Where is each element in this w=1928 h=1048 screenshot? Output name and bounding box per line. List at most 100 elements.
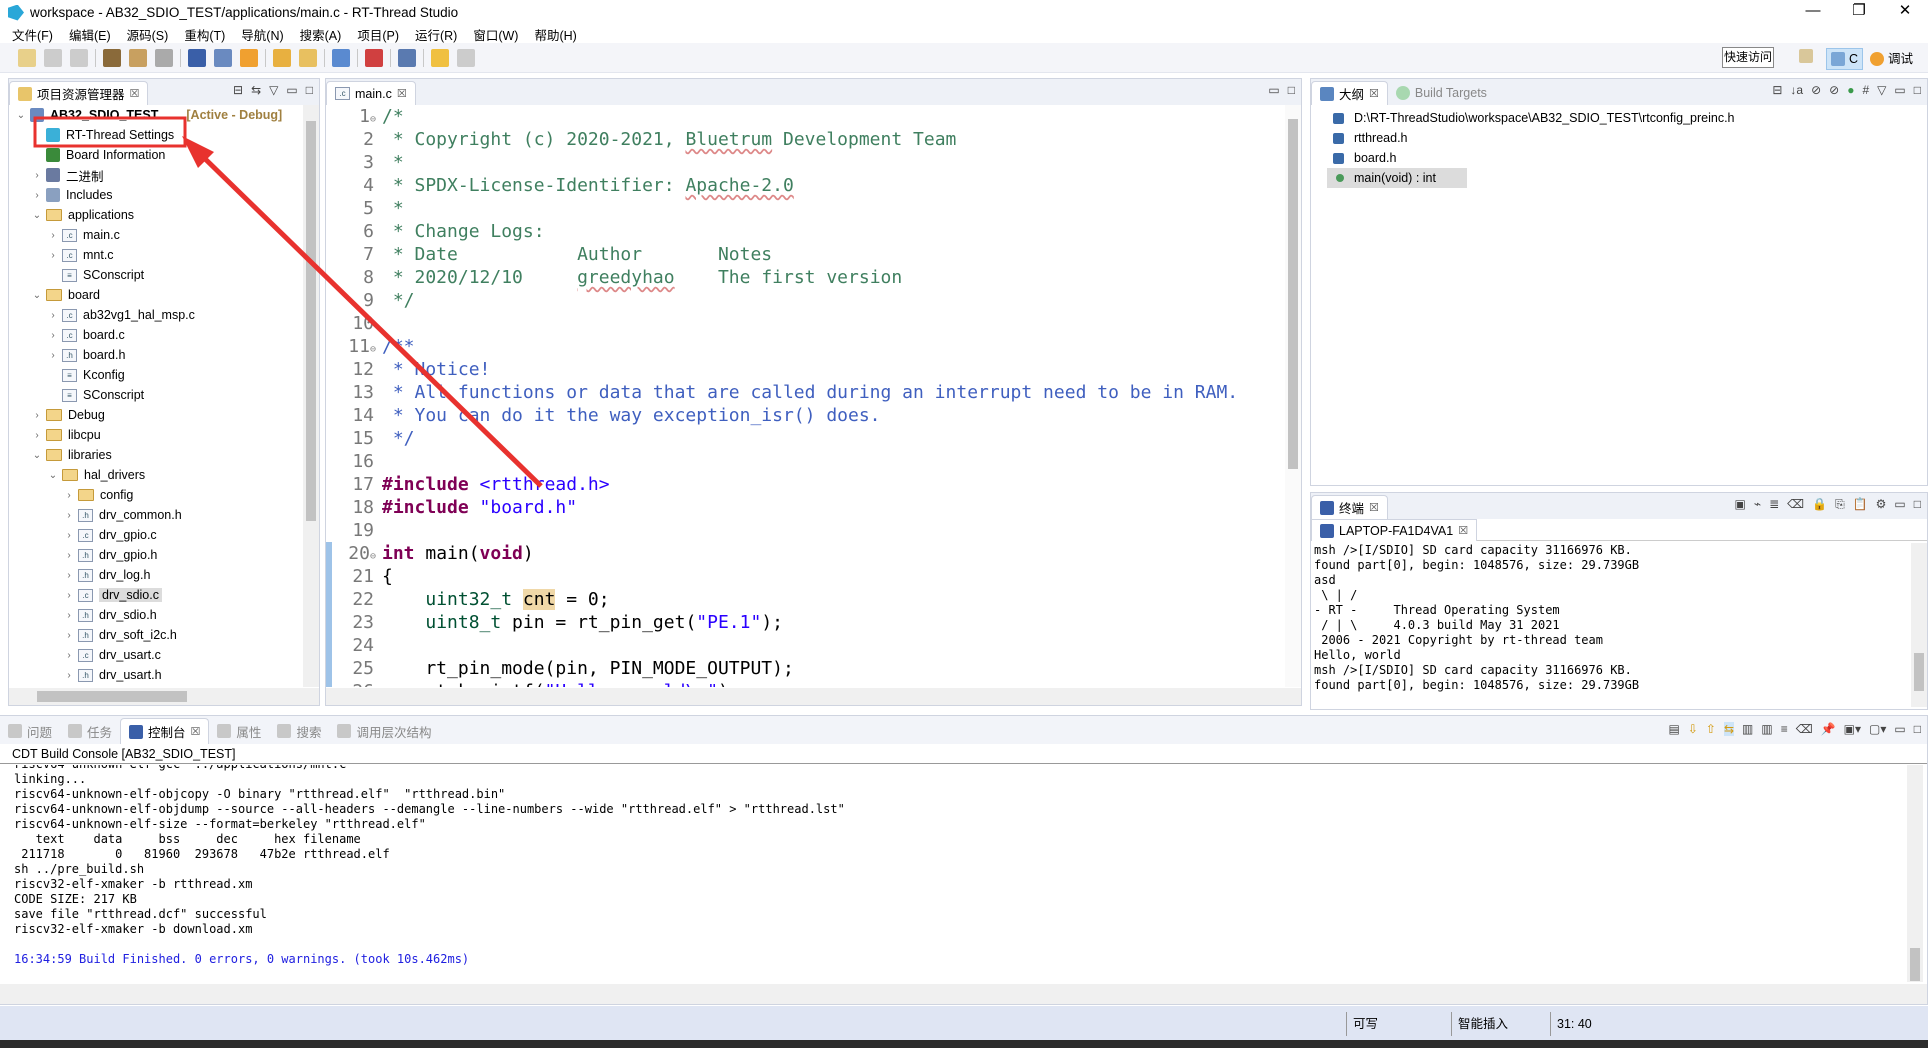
tree-item[interactable]: ≡ Kconfig: [9, 365, 301, 385]
toolbar-button-icon[interactable]: [332, 48, 350, 67]
view-menu-icon[interactable]: ▽: [269, 83, 278, 97]
tree-item[interactable]: › .h drv_soft_i2c.h: [9, 625, 301, 645]
paste-icon[interactable]: 📋: [1853, 497, 1868, 512]
clear-icon[interactable]: ⌫: [1787, 497, 1804, 512]
tab-build-targets[interactable]: Build Targets: [1388, 81, 1495, 105]
tree-item[interactable]: ⌄ libraries: [9, 445, 301, 465]
chevron-right-icon[interactable]: ›: [47, 230, 59, 241]
tree-item[interactable]: ⌄ AB32_SDIO_TEST [Active - Debug]: [9, 105, 301, 125]
minimize-view-icon[interactable]: ▭: [286, 83, 297, 97]
chevron-right-icon[interactable]: ›: [63, 530, 75, 541]
menu-item[interactable]: 窗口(W): [473, 25, 518, 44]
outline-item[interactable]: main(void) : int: [1327, 168, 1467, 188]
menu-item[interactable]: 编辑(E): [69, 25, 111, 44]
menu-item[interactable]: 重构(T): [184, 25, 225, 44]
hide-fields-icon[interactable]: ⊘: [1811, 83, 1821, 97]
tree-item[interactable]: › Includes: [9, 185, 301, 205]
pin-console-icon[interactable]: 📌: [1821, 722, 1836, 736]
outline-item[interactable]: board.h: [1333, 148, 1927, 168]
collapse-all-icon[interactable]: ⊟: [1772, 83, 1782, 97]
tree-item[interactable]: ⌄ hal_drivers: [9, 465, 301, 485]
minimize-button[interactable]: —: [1790, 0, 1836, 25]
toolbar-button-icon[interactable]: [398, 48, 416, 67]
disconnect-icon[interactable]: ⌁: [1754, 497, 1761, 512]
minimize-view-icon[interactable]: ▭: [1894, 83, 1905, 97]
tree-item[interactable]: › .c drv_usart.c: [9, 645, 301, 665]
tab-search[interactable]: 搜索: [269, 718, 329, 744]
outline-item[interactable]: D:\RT-ThreadStudio\workspace\AB32_SDIO_T…: [1333, 108, 1927, 128]
restore-button[interactable]: ❐: [1836, 0, 1882, 25]
tree-item[interactable]: › .c mnt.c: [9, 245, 301, 265]
tree-item[interactable]: › .c drv_gpio.c: [9, 525, 301, 545]
tab-project-explorer[interactable]: 项目资源管理器 ☒: [9, 81, 149, 105]
tree-item[interactable]: › .h drv_common.h: [9, 505, 301, 525]
toolbar-button-icon[interactable]: [273, 48, 291, 67]
outline-item[interactable]: rtthread.h: [1333, 128, 1927, 148]
chevron-right-icon[interactable]: ›: [63, 650, 75, 661]
chevron-right-icon[interactable]: ›: [47, 330, 59, 341]
fold-icon[interactable]: ⊖: [370, 551, 376, 562]
maximize-view-icon[interactable]: □: [1914, 83, 1921, 97]
chevron-right-icon[interactable]: ›: [63, 670, 75, 681]
link-icon[interactable]: ⇆: [1723, 722, 1735, 736]
hide-static-icon[interactable]: ⊘: [1829, 83, 1839, 97]
tab-terminal[interactable]: 终端 ☒: [1311, 495, 1388, 519]
tree-item[interactable]: › Debug: [9, 405, 301, 425]
minimize-view-icon[interactable]: ▭: [1894, 497, 1905, 512]
chevron-down-icon[interactable]: ⌄: [15, 110, 27, 121]
chevron-right-icon[interactable]: ›: [47, 250, 59, 261]
tree-item[interactable]: › .c drv_sdio.c: [9, 585, 301, 605]
maximize-view-icon[interactable]: □: [306, 83, 313, 97]
hide-nonpublic-icon[interactable]: ●: [1847, 83, 1854, 97]
toolbar-button-icon[interactable]: [155, 48, 173, 67]
tree-item[interactable]: › .h drv_sdio.h: [9, 605, 301, 625]
menu-item[interactable]: 运行(R): [415, 25, 457, 44]
chevron-down-icon[interactable]: ⌄: [31, 210, 43, 221]
open-console-icon[interactable]: ▢▾: [1869, 722, 1886, 736]
chevron-right-icon[interactable]: ›: [63, 610, 75, 621]
toolbar-button-icon[interactable]: [70, 48, 88, 67]
chevron-right-icon[interactable]: ›: [31, 430, 43, 441]
toolbar-button-icon[interactable]: [103, 48, 121, 67]
chevron-down-icon[interactable]: ⌄: [31, 450, 43, 461]
scroll-lock-icon[interactable]: ≣: [1769, 497, 1779, 512]
scroll-lock-icon[interactable]: ▥: [1742, 722, 1753, 736]
perspective-c-button[interactable]: C: [1826, 48, 1864, 70]
chevron-right-icon[interactable]: ›: [31, 170, 43, 181]
link-editor-icon[interactable]: ⇆: [251, 83, 261, 97]
next-icon[interactable]: ⇩: [1688, 722, 1698, 736]
chevron-right-icon[interactable]: ›: [63, 570, 75, 581]
tab-outline[interactable]: 大纲 ☒: [1311, 81, 1388, 105]
menu-item[interactable]: 帮助(H): [534, 25, 576, 44]
hide-macros-icon[interactable]: #: [1862, 83, 1869, 97]
chevron-down-icon[interactable]: ⌄: [47, 470, 59, 481]
menu-item[interactable]: 搜索(A): [300, 25, 342, 44]
tree-item[interactable]: › config: [9, 485, 301, 505]
tree-item[interactable]: ≡ SConscript: [9, 265, 301, 285]
tab-problems[interactable]: 问题: [0, 718, 60, 744]
toolbar-button-icon[interactable]: [188, 48, 206, 67]
tree-item[interactable]: ≡ SConscript: [9, 385, 301, 405]
perspective-debug-button[interactable]: 调试: [1866, 48, 1917, 70]
close-tab-icon[interactable]: ☒: [397, 87, 407, 100]
open-terminal-icon[interactable]: ▣: [1735, 497, 1746, 512]
chevron-down-icon[interactable]: ⌄: [31, 290, 43, 301]
chevron-right-icon[interactable]: ›: [47, 310, 59, 321]
tree-item[interactable]: › .h board.h: [9, 345, 301, 365]
tree-horizontal-scrollbar[interactable]: [9, 688, 319, 705]
tree-item[interactable]: › libcpu: [9, 425, 301, 445]
tree-item[interactable]: › .c main.c: [9, 225, 301, 245]
quick-access-input[interactable]: 快速访问: [1722, 47, 1774, 68]
maximize-view-icon[interactable]: □: [1288, 83, 1295, 97]
console-doc-icon[interactable]: ▤: [1669, 722, 1680, 736]
editor-vertical-scrollbar[interactable]: [1285, 105, 1301, 687]
toolbar-button-icon[interactable]: [18, 48, 36, 67]
tree-vertical-scrollbar[interactable]: [303, 105, 319, 687]
tree-item[interactable]: › .h drv_log.h: [9, 565, 301, 585]
chevron-right-icon[interactable]: ›: [63, 590, 75, 601]
settings-icon[interactable]: ⚙: [1876, 497, 1887, 512]
chevron-right-icon[interactable]: ›: [63, 490, 75, 501]
toolbar-button-icon[interactable]: [457, 48, 475, 67]
previous-icon[interactable]: ⇧: [1706, 722, 1716, 736]
tab-console[interactable]: 控制台 ☒: [120, 718, 210, 744]
